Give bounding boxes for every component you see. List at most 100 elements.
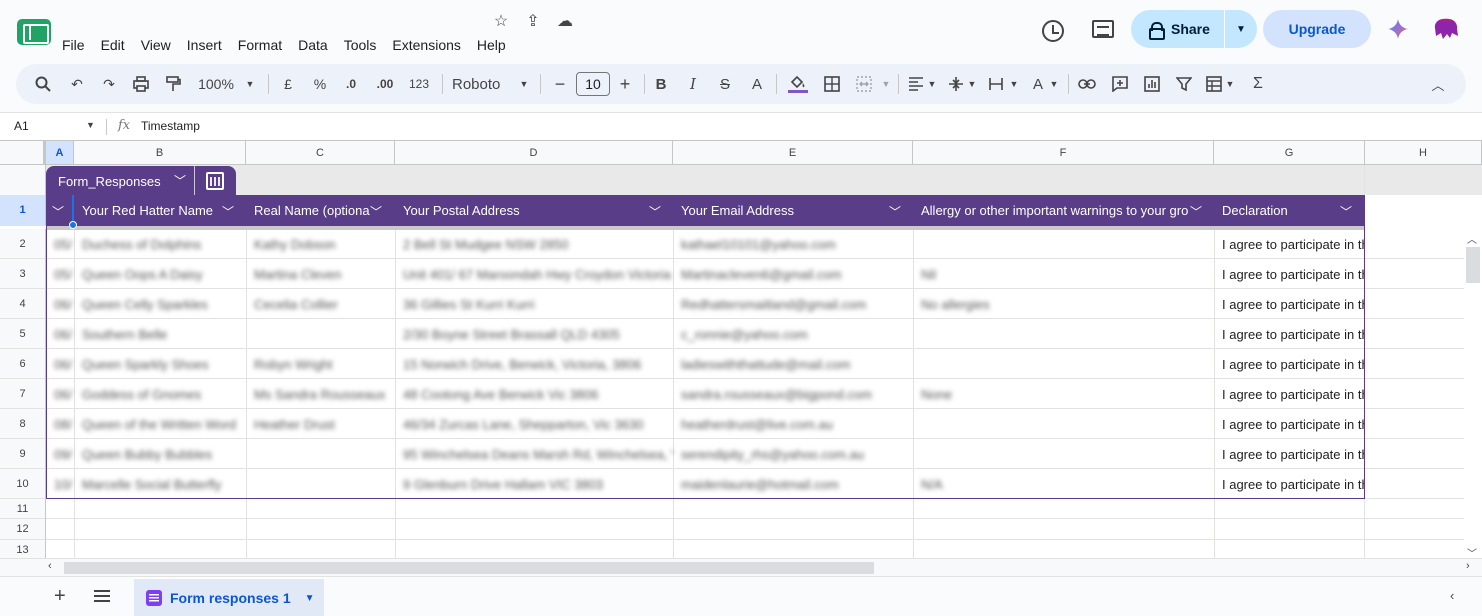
row-header-8[interactable]: 8 [0, 409, 46, 439]
column-header-a[interactable]: A [46, 141, 74, 165]
row-header-2[interactable]: 2 [0, 229, 46, 259]
vertical-scrollbar[interactable]: ︿ ﹀ [1464, 229, 1482, 560]
scroll-up-arrow-icon[interactable]: ︿ [1467, 231, 1477, 246]
italic-button[interactable]: I [684, 64, 702, 104]
search-menus-icon[interactable] [32, 64, 54, 104]
text-color-button[interactable]: A [748, 64, 766, 104]
table-name-tab[interactable]: Form_Responses ﹀ [46, 166, 236, 196]
redo-icon[interactable]: ↷ [98, 64, 120, 104]
add-sheet-icon[interactable]: + [54, 585, 66, 608]
valign-chevron-down-icon[interactable]: ▼ [966, 64, 978, 104]
menu-insert[interactable]: Insert [179, 36, 230, 54]
row-header-6[interactable]: 6 [0, 349, 46, 379]
wrap-chevron-down-icon[interactable]: ▼ [1008, 64, 1020, 104]
comments-icon[interactable] [1092, 20, 1114, 38]
all-sheets-menu-icon[interactable] [94, 590, 110, 602]
text-rotation-button[interactable]: A [1028, 64, 1048, 104]
font-chevron-down-icon[interactable]: ▼ [518, 64, 530, 104]
row-header-5[interactable]: 5 [0, 319, 46, 349]
insert-link-icon[interactable] [1076, 64, 1098, 104]
sheets-logo-icon[interactable] [17, 19, 51, 45]
star-icon[interactable]: ☆ [492, 13, 510, 31]
menu-help[interactable]: Help [469, 36, 514, 54]
share-dropdown-button[interactable]: ▼ [1225, 10, 1257, 48]
scroll-right-arrow-icon[interactable]: › [1466, 560, 1470, 572]
increase-decimal-button[interactable]: .00 [372, 64, 398, 104]
menu-edit[interactable]: Edit [93, 36, 133, 54]
insert-comment-icon[interactable] [1110, 64, 1130, 104]
fill-color-icon[interactable] [786, 64, 810, 104]
column-header-f[interactable]: F [913, 141, 1214, 165]
upgrade-button[interactable]: Upgrade [1263, 10, 1371, 48]
vertical-scroll-thumb[interactable] [1466, 247, 1480, 283]
move-folder-icon[interactable]: ⇪ [524, 13, 542, 31]
merge-cells-icon[interactable] [854, 64, 874, 104]
column-header-e[interactable]: E [673, 141, 913, 165]
bold-button[interactable]: B [652, 64, 670, 104]
table-view-icon[interactable] [1204, 64, 1224, 104]
table-chevron-down-icon[interactable]: ▼ [1224, 64, 1236, 104]
filter-icon[interactable] [1174, 64, 1194, 104]
column-header-d[interactable]: D [395, 141, 673, 165]
spreadsheet-grid[interactable]: A B C D E F G H Form_Responses ﹀ 1 2 3 4… [0, 140, 1482, 560]
share-button[interactable]: Share [1131, 10, 1223, 48]
rotation-chevron-down-icon[interactable]: ▼ [1048, 64, 1060, 104]
menu-data[interactable]: Data [290, 36, 336, 54]
menu-view[interactable]: View [133, 36, 179, 54]
insert-chart-icon[interactable] [1142, 64, 1162, 104]
font-size-input[interactable]: 10 [576, 72, 610, 96]
sheet-tab-form-responses[interactable]: Form responses 1 ▼ [134, 579, 324, 616]
name-box-chevron-down-icon[interactable]: ▼ [86, 120, 95, 130]
row-header-1[interactable]: 1 [0, 195, 46, 226]
menu-format[interactable]: Format [230, 36, 290, 54]
scroll-left-arrow-icon[interactable]: ‹ [48, 560, 52, 572]
borders-icon[interactable] [822, 64, 842, 104]
select-all-corner[interactable] [0, 141, 46, 165]
currency-format-button[interactable]: £ [278, 64, 298, 104]
row-header-12[interactable]: 12 [0, 519, 46, 540]
paint-format-icon[interactable] [162, 64, 184, 104]
row-header-4[interactable]: 4 [0, 289, 46, 319]
column-header-g[interactable]: G [1214, 141, 1365, 165]
zoom-chevron-down-icon[interactable]: ▼ [244, 64, 256, 104]
cloud-status-icon[interactable]: ☁ [556, 13, 574, 31]
print-icon[interactable] [130, 64, 152, 104]
decrease-font-size-icon[interactable]: − [552, 64, 568, 104]
column-header-b[interactable]: B [74, 141, 246, 165]
menu-tools[interactable]: Tools [336, 36, 385, 54]
align-chevron-down-icon[interactable]: ▼ [926, 64, 938, 104]
row-header-11[interactable]: 11 [0, 499, 46, 519]
account-avatar[interactable] [1432, 16, 1460, 42]
vertical-align-icon[interactable] [946, 64, 966, 104]
horizontal-scroll-thumb[interactable] [64, 562, 874, 574]
column-header-c[interactable]: C [246, 141, 395, 165]
menu-extensions[interactable]: Extensions [384, 36, 468, 54]
formula-input[interactable]: Timestamp [141, 119, 200, 133]
functions-button[interactable]: Σ [1248, 64, 1268, 104]
name-box[interactable]: A1 [14, 119, 29, 133]
percent-format-button[interactable]: % [310, 64, 330, 104]
horizontal-align-icon[interactable] [906, 64, 926, 104]
row-header-9[interactable]: 9 [0, 439, 46, 469]
row-header-3[interactable]: 3 [0, 259, 46, 289]
decrease-decimal-button[interactable]: .0 [340, 64, 362, 104]
zoom-select[interactable]: 100% [194, 64, 238, 104]
row-header-10[interactable]: 10 [0, 469, 46, 499]
text-wrapping-icon[interactable] [986, 64, 1006, 104]
table-summary-icon[interactable] [206, 172, 224, 190]
table-menu-chevron-down-icon[interactable]: ﹀ [174, 172, 186, 189]
horizontal-scrollbar[interactable]: ‹ › [0, 558, 1482, 576]
sheet-nav-left-icon[interactable]: ‹ [1450, 588, 1454, 603]
increase-font-size-icon[interactable]: + [616, 64, 634, 104]
row-header-13[interactable]: 13 [0, 540, 46, 560]
row-header-7[interactable]: 7 [0, 379, 46, 409]
menu-file[interactable]: File [54, 36, 93, 54]
fill-handle[interactable] [69, 221, 77, 229]
sheet-tab-chevron-down-icon[interactable]: ▼ [305, 593, 315, 604]
column-header-h[interactable]: H [1365, 141, 1482, 165]
number-format-button[interactable]: 123 [406, 64, 432, 104]
merge-chevron-down-icon[interactable]: ▼ [880, 64, 892, 104]
version-history-icon[interactable] [1042, 20, 1064, 42]
font-family-select[interactable]: Roboto [452, 64, 504, 104]
gemini-icon[interactable] [1388, 19, 1408, 39]
